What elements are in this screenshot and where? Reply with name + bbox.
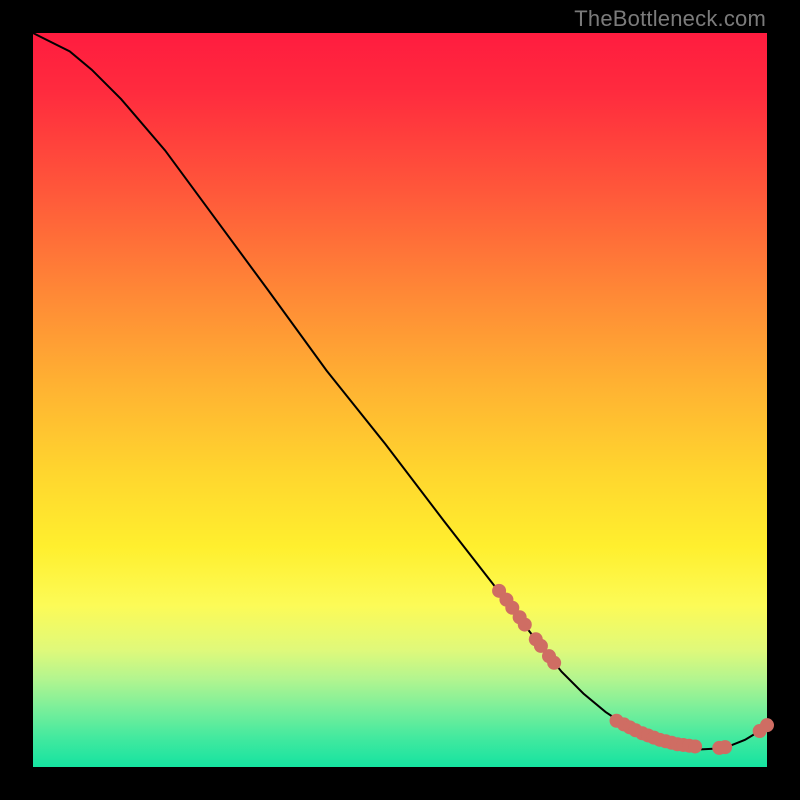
plot-area [33, 33, 767, 767]
watermark-text: TheBottleneck.com [574, 6, 766, 32]
data-point [547, 656, 561, 670]
data-point [518, 618, 532, 632]
data-point [688, 739, 702, 753]
data-point [718, 740, 732, 754]
chart-frame: TheBottleneck.com [0, 0, 800, 800]
bottleneck-curve-path [33, 33, 767, 749]
marker-group [492, 584, 774, 755]
chart-svg [33, 33, 767, 767]
data-point [760, 718, 774, 732]
